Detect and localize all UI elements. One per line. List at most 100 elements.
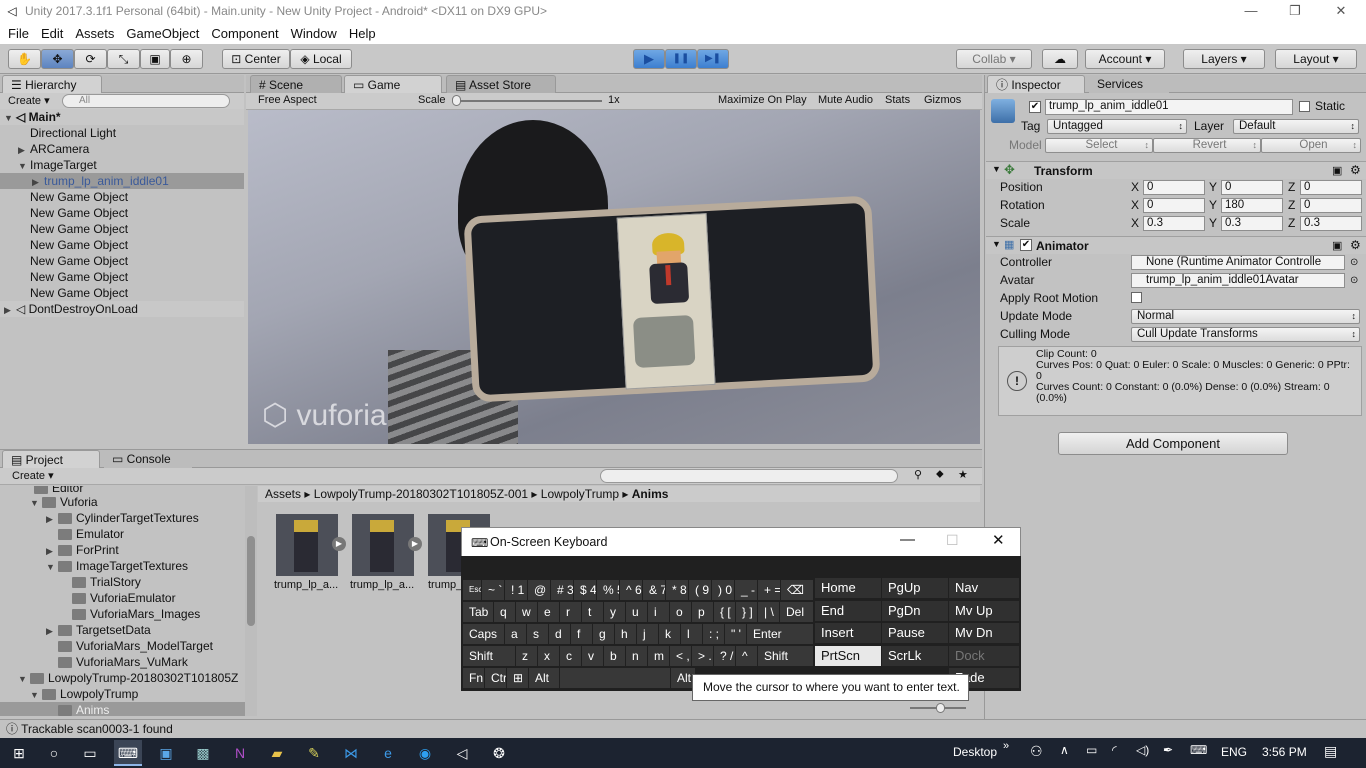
osk-key[interactable]: a xyxy=(505,624,526,644)
breadcrumb-item[interactable]: Anims xyxy=(632,487,669,501)
controller-field[interactable]: None (Runtime Animator Controlle xyxy=(1131,255,1345,270)
play-button[interactable]: ▶ xyxy=(633,49,665,69)
osk-key[interactable]: g xyxy=(593,624,614,644)
tab-services[interactable]: Services xyxy=(1089,75,1169,93)
chevron-right-icon[interactable]: » xyxy=(1003,740,1009,752)
osk-key[interactable]: l xyxy=(681,624,702,644)
osk-key[interactable]: x xyxy=(538,646,559,666)
osk-key[interactable]: End xyxy=(815,601,881,621)
osk-key[interactable]: Pause xyxy=(882,623,948,643)
tree-scrollbar-thumb[interactable] xyxy=(247,536,255,626)
osk-prtscn-key[interactable]: PrtScn xyxy=(815,646,881,666)
osk-key[interactable]: o xyxy=(670,602,691,622)
menu-help[interactable]: Help xyxy=(343,26,382,41)
osk-key[interactable]: v xyxy=(582,646,603,666)
tab-scene[interactable]: # Scene xyxy=(250,75,342,93)
app-icon[interactable]: ◉ xyxy=(411,740,439,766)
object-name-field[interactable]: trump_lp_anim_iddle01 xyxy=(1045,99,1293,115)
osk-enter-key[interactable]: Enter xyxy=(747,624,813,644)
rotation-y-field[interactable]: 180 xyxy=(1221,198,1283,213)
rotate-tool-button[interactable]: ⟳ xyxy=(74,49,107,69)
osk-key[interactable]: Nav xyxy=(949,578,1019,598)
osk-key[interactable]: y xyxy=(604,602,625,622)
edge-icon[interactable]: e xyxy=(374,740,402,766)
position-x-field[interactable]: 0 xyxy=(1143,180,1205,195)
animator-enabled-checkbox[interactable]: ✔ xyxy=(1020,239,1032,251)
osk-windows-key[interactable]: ⊞ xyxy=(507,668,528,688)
osk-key[interactable]: < , xyxy=(670,646,691,666)
tree-scrollbar[interactable] xyxy=(245,486,257,716)
filter-label-icon[interactable]: ⬥ xyxy=(936,468,944,481)
osk-key[interactable]: Alt xyxy=(529,668,559,688)
osk-key[interactable]: Fn xyxy=(463,668,484,688)
app-icon[interactable]: ▩ xyxy=(189,740,217,766)
notifications-icon[interactable]: ▤ xyxy=(1324,743,1337,760)
osk-backspace-key[interactable]: ⌫ xyxy=(781,580,813,600)
language-indicator[interactable]: ENG xyxy=(1221,745,1247,759)
transform-tool-button[interactable]: ⊕ xyxy=(170,49,203,69)
osk-key[interactable]: p xyxy=(692,602,713,622)
osk-key[interactable]: Esc xyxy=(463,580,481,600)
osk-key[interactable]: Insert xyxy=(815,623,881,643)
osk-key[interactable]: % 5 xyxy=(597,580,619,600)
osk-key[interactable]: $ 4 xyxy=(574,580,596,600)
osk-key[interactable]: b xyxy=(604,646,625,666)
osk-key[interactable]: * 8 xyxy=(666,580,688,600)
osk-key[interactable]: j xyxy=(637,624,658,644)
culling-mode-dropdown[interactable]: Cull Update Transforms xyxy=(1131,327,1360,342)
osk-key[interactable]: ) 0 xyxy=(712,580,734,600)
help-icon[interactable]: ▣ xyxy=(1332,164,1342,177)
osk-key[interactable]: : ; xyxy=(703,624,724,644)
object-picker-icon[interactable]: ⊙ xyxy=(1350,255,1358,270)
folder-item[interactable]: VuforiaMars_Images xyxy=(0,606,200,622)
move-tool-button[interactable]: ✥ xyxy=(41,49,74,69)
menu-file[interactable]: File xyxy=(2,26,35,41)
osk-key[interactable]: + = xyxy=(758,580,780,600)
cortana-icon[interactable]: ○ xyxy=(40,740,68,766)
gear-icon[interactable]: ⚙ xyxy=(1350,163,1361,177)
osk-key[interactable]: Caps xyxy=(463,624,504,644)
scale-x-field[interactable]: 0.3 xyxy=(1143,216,1205,231)
breadcrumb-item[interactable]: LowpolyTrump xyxy=(541,487,619,501)
osk-key[interactable]: # 3 xyxy=(551,580,573,600)
layout-dropdown[interactable]: Layout ▾ xyxy=(1275,49,1357,69)
osk-key[interactable]: > . xyxy=(692,646,713,666)
volume-icon[interactable]: ◁) xyxy=(1136,743,1149,757)
hierarchy-item[interactable]: New Game Object xyxy=(0,189,128,205)
osk-key[interactable]: q xyxy=(494,602,515,622)
asset-thumbnail[interactable] xyxy=(352,514,414,576)
tab-inspector[interactable]: ⓘ Inspector xyxy=(987,75,1085,93)
rect-tool-button[interactable]: ▣ xyxy=(140,49,170,69)
layer-dropdown[interactable]: Default xyxy=(1233,119,1359,134)
osk-key[interactable]: " ' xyxy=(725,624,746,644)
scene-row[interactable]: ▼ ◁ Main* xyxy=(0,109,244,125)
menu-assets[interactable]: Assets xyxy=(69,26,120,41)
tag-dropdown[interactable]: Untagged xyxy=(1047,119,1187,134)
folder-item[interactable]: ▶ TargetsetData xyxy=(0,622,151,638)
osk-key[interactable]: ( 9 xyxy=(689,580,711,600)
osk-key[interactable]: | \ xyxy=(758,602,779,622)
avatar-field[interactable]: trump_lp_anim_iddle01Avatar xyxy=(1131,273,1345,288)
folder-item[interactable]: ▼ LowpolyTrump-20180302T101805Z xyxy=(0,670,238,686)
tab-asset-store[interactable]: ▤ Asset Store xyxy=(446,75,556,93)
osk-key[interactable]: @ 2 xyxy=(528,580,550,600)
hierarchy-item[interactable]: New Game Object xyxy=(0,285,128,301)
game-camera-feed[interactable]: ⬡ vuforia xyxy=(248,110,980,444)
hierarchy-item-selected[interactable]: ▶ trump_lp_anim_iddle01 xyxy=(0,173,244,189)
model-revert-button[interactable]: Revert xyxy=(1153,138,1261,153)
people-icon[interactable]: ⚇ xyxy=(1030,743,1043,760)
osk-key[interactable]: & 7 xyxy=(643,580,665,600)
osk-key[interactable]: k xyxy=(659,624,680,644)
osk-key[interactable]: Mv Up xyxy=(949,601,1019,621)
battery-icon[interactable]: ▭ xyxy=(1086,743,1097,757)
osk-key[interactable]: m xyxy=(648,646,669,666)
play-preview-icon[interactable]: ▶ xyxy=(332,537,346,551)
folder-item[interactable]: ▶ CylinderTargetTextures xyxy=(0,510,199,526)
windows-start-icon[interactable]: ⊞ xyxy=(5,740,33,766)
hierarchy-item[interactable]: New Game Object xyxy=(0,237,128,253)
osk-key[interactable]: } ] xyxy=(736,602,757,622)
hierarchy-item[interactable]: New Game Object xyxy=(0,205,128,221)
menu-window[interactable]: Window xyxy=(285,26,343,41)
folder-item[interactable]: VuforiaMars_ModelTarget xyxy=(0,638,213,654)
osk-key[interactable]: z xyxy=(516,646,537,666)
